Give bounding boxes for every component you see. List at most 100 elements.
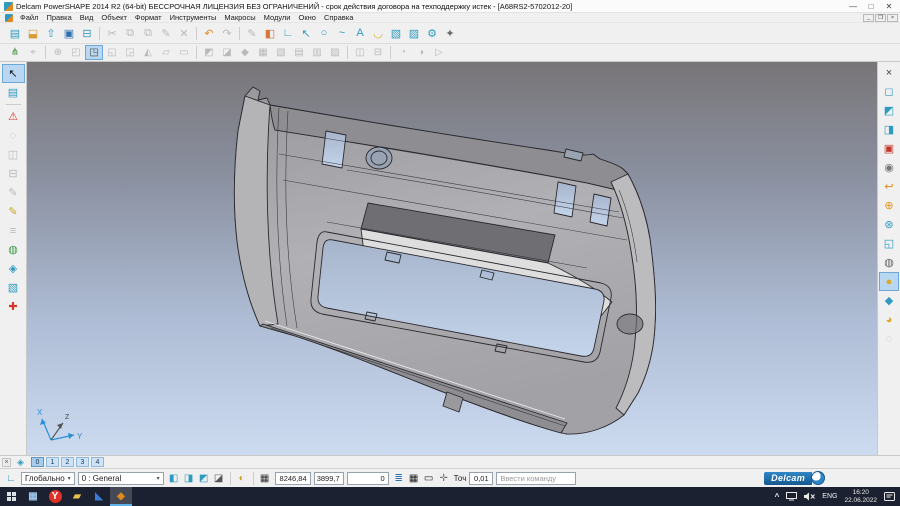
pair-faces-icon[interactable]: ◫ xyxy=(2,145,25,164)
zoom-box-icon[interactable]: ◱ xyxy=(879,234,899,253)
workplane-status-icon[interactable]: ◐ xyxy=(235,471,249,485)
menu-item[interactable]: Вид xyxy=(76,13,98,22)
taskbar-explorer-icon[interactable]: ▰ xyxy=(66,487,88,506)
boolean-union-icon[interactable]: ◫ xyxy=(351,45,369,60)
coord-y-field[interactable]: 3899,7 xyxy=(314,472,344,485)
format-brush-icon[interactable]: ✎ xyxy=(157,25,175,41)
undo-icon[interactable]: ↶ xyxy=(200,25,218,41)
menu-item[interactable]: Справка xyxy=(320,13,357,22)
solid-box-feature-icon[interactable]: ◰ xyxy=(67,45,85,60)
level-add-icon[interactable]: ◩ xyxy=(197,471,211,485)
tolerance-field[interactable]: 0,01 xyxy=(469,472,493,485)
taskbar-powershape-icon[interactable]: ◆ xyxy=(110,487,132,506)
taskbar-pc-icon[interactable]: ▦ xyxy=(22,487,44,506)
model-doctor-icon[interactable]: ✚ xyxy=(2,297,25,316)
child-restore-button[interactable]: ❐ xyxy=(875,14,886,22)
redo-icon[interactable]: ↷ xyxy=(218,25,236,41)
import-icon[interactable]: ⇧ xyxy=(42,25,60,41)
taskbar-yandex-icon[interactable]: Y xyxy=(44,487,66,506)
feature-shell-icon[interactable]: ▦ xyxy=(254,45,272,60)
version-tree-icon[interactable]: ⋔ xyxy=(6,45,24,60)
level-select[interactable]: 0 : General ▾ xyxy=(78,472,164,485)
speaker-muted-icon[interactable] xyxy=(804,492,815,501)
tool-icon[interactable]: ✛ xyxy=(437,471,451,485)
solid-tool-icon[interactable]: ▧ xyxy=(387,25,405,41)
copy-icon[interactable]: ⧉ xyxy=(121,25,139,41)
globe-box-icon[interactable]: ◍ xyxy=(2,240,25,259)
tabbar-close-button[interactable]: × xyxy=(2,458,11,467)
window-tab[interactable]: 0 xyxy=(31,457,44,467)
tray-chevron-icon[interactable]: ^ xyxy=(775,492,780,501)
warning-edit-icon[interactable]: ⚠ xyxy=(2,107,25,126)
feature-rib-icon[interactable]: ▨ xyxy=(326,45,344,60)
window-tab[interactable]: 2 xyxy=(61,457,74,467)
start-button[interactable] xyxy=(0,487,22,506)
render-view-icon[interactable]: ◕ xyxy=(879,310,899,329)
cut-icon[interactable]: ✂ xyxy=(103,25,121,41)
solid-rotate-icon[interactable]: ◲ xyxy=(121,45,139,60)
feature-gears-icon[interactable]: ⚙ xyxy=(423,25,441,41)
solid-new-icon[interactable]: ⊕ xyxy=(49,45,67,60)
calculator-icon[interactable]: ▦ xyxy=(407,471,421,485)
zoom-in-out-icon[interactable]: ⊕ xyxy=(879,196,899,215)
delete-icon[interactable]: ✕ xyxy=(175,25,193,41)
section-view-icon[interactable]: ◆ xyxy=(879,291,899,310)
solid-history-icon[interactable]: ◔ xyxy=(394,45,412,60)
open-model-icon[interactable]: ⬓ xyxy=(24,25,42,41)
window-levels-icon[interactable]: ◈ xyxy=(14,457,27,468)
solid-play-icon[interactable]: ▷ xyxy=(430,45,448,60)
clipboard-blocks-icon[interactable]: ▤ xyxy=(2,83,25,102)
boolean-subtract-icon[interactable]: ⊟ xyxy=(369,45,387,60)
close-views-icon[interactable]: × xyxy=(879,63,899,82)
coord-system-select[interactable]: Глобально ▾ xyxy=(21,472,75,485)
feature-round-icon[interactable]: ◪ xyxy=(218,45,236,60)
level-lock-icon[interactable]: ◪ xyxy=(212,471,226,485)
pin-icon[interactable]: ⌖ xyxy=(24,45,42,60)
text-tool-icon[interactable]: A xyxy=(351,25,369,41)
view-shaded-wire-icon[interactable]: ◨ xyxy=(879,120,899,139)
taskbar-cad-icon[interactable]: ◣ xyxy=(88,487,110,506)
level-back-icon[interactable]: ◨ xyxy=(182,471,196,485)
view-camera-icon[interactable]: ◉ xyxy=(879,158,899,177)
clock[interactable]: 16:20 22.06.2022 xyxy=(844,489,877,504)
window-tab[interactable]: 3 xyxy=(76,457,89,467)
menu-item[interactable]: Окно xyxy=(295,13,320,22)
sketch-trace-icon[interactable]: ✎ xyxy=(2,183,25,202)
window-tab[interactable]: 1 xyxy=(46,457,59,467)
find-box-icon[interactable]: ◈ xyxy=(2,259,25,278)
coord-x-field[interactable]: 8246,84 xyxy=(275,472,311,485)
select-arrow-icon[interactable]: ↖ xyxy=(2,64,25,83)
save-icon[interactable]: ▣ xyxy=(60,25,78,41)
solid-compare-icon[interactable]: ◑ xyxy=(412,45,430,60)
keyboard-icon[interactable]: ▭ xyxy=(422,471,436,485)
stack-icon[interactable]: ≡ xyxy=(2,221,25,240)
curve-doctor-icon[interactable]: ✎ xyxy=(2,202,25,221)
grid-icon[interactable]: ▦ xyxy=(258,471,272,485)
curve-tool-icon[interactable]: ~ xyxy=(333,25,351,41)
surface-compare-icon[interactable]: ◌ xyxy=(2,126,25,145)
menu-item[interactable]: Макросы xyxy=(220,13,259,22)
feature-draft-icon[interactable]: ▧ xyxy=(272,45,290,60)
notification-center-icon[interactable] xyxy=(884,491,895,502)
cad-model[interactable]: X Y Z xyxy=(27,62,877,455)
solid-swing-icon[interactable]: ◭ xyxy=(139,45,157,60)
coord-z-field[interactable]: 0 xyxy=(347,472,389,485)
shaded-view-icon[interactable]: ● xyxy=(879,272,899,291)
menu-item[interactable]: Инструменты xyxy=(166,13,221,22)
solid-box2-icon[interactable]: ▧ xyxy=(2,278,25,297)
menu-item[interactable]: Объект xyxy=(97,13,131,22)
view-iso-icon[interactable]: ▣ xyxy=(879,139,899,158)
maximize-button[interactable]: □ xyxy=(862,0,880,12)
menu-item[interactable]: Правка xyxy=(42,13,75,22)
solid-trim-icon[interactable]: ▭ xyxy=(175,45,193,60)
new-model-icon[interactable]: ▤ xyxy=(6,25,24,41)
paste-icon[interactable]: ⧉ xyxy=(139,25,157,41)
monitor-icon[interactable] xyxy=(786,492,797,501)
language-indicator[interactable]: ENG xyxy=(822,493,837,500)
child-close-button[interactable]: × xyxy=(887,14,898,22)
zoom-full-icon[interactable]: ⊛ xyxy=(879,215,899,234)
level-front-icon[interactable]: ◧ xyxy=(167,471,181,485)
view-hidden-line-icon[interactable]: ◩ xyxy=(879,101,899,120)
command-input[interactable] xyxy=(496,472,576,485)
line-tool-icon[interactable]: ↖ xyxy=(297,25,315,41)
